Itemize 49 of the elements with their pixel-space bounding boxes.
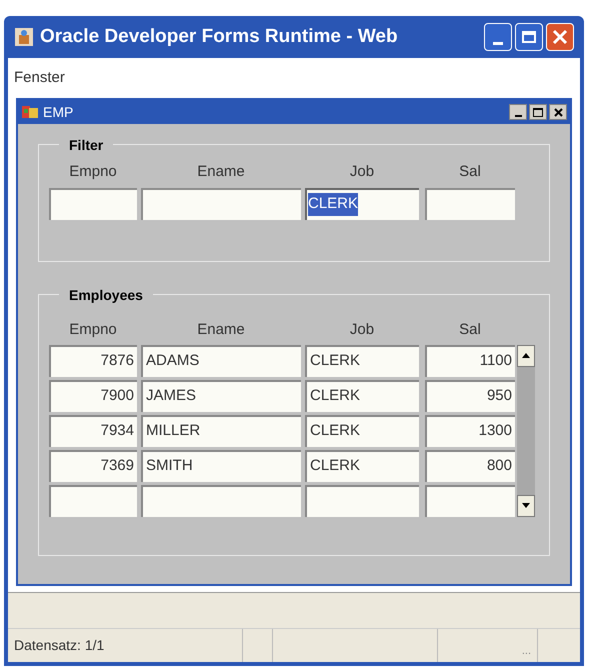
form-title: EMP: [43, 102, 74, 122]
table-cell[interactable]: 7900: [49, 380, 137, 412]
table-cell[interactable]: ADAMS: [141, 344, 301, 376]
record-status: Datensatz: 1/1: [8, 629, 243, 662]
status-indicator: ...: [438, 629, 538, 662]
column-header: Job: [348, 320, 376, 340]
scrollbar[interactable]: [517, 344, 535, 516]
table-cell[interactable]: CLERK: [305, 450, 419, 482]
table-cell[interactable]: JAMES: [141, 380, 301, 412]
up-arrow-icon: [522, 353, 530, 358]
filter-field[interactable]: [425, 188, 515, 220]
app-icon: [14, 27, 34, 47]
maximize-button[interactable]: [529, 104, 547, 120]
table-cell[interactable]: CLERK: [305, 414, 419, 446]
down-arrow-icon: [522, 503, 530, 508]
field-label: Job: [348, 162, 376, 182]
scroll-up-button[interactable]: [517, 344, 535, 366]
table-cell[interactable]: MILLER: [141, 414, 301, 446]
close-icon: [552, 29, 568, 45]
field-label: Empno: [68, 162, 118, 182]
table-cell[interactable]: 950: [425, 380, 515, 412]
scroll-down-button[interactable]: [517, 494, 535, 516]
table-cell[interactable]: CLERK: [305, 380, 419, 412]
close-icon: [554, 108, 562, 116]
table-cell[interactable]: SMITH: [141, 450, 301, 482]
column-header: Sal: [458, 320, 482, 340]
field-label: Sal: [458, 162, 482, 182]
minimize-button[interactable]: [509, 104, 527, 120]
field-label: Ename: [196, 162, 246, 182]
table-cell[interactable]: [305, 484, 419, 516]
table-cell[interactable]: 7876: [49, 344, 137, 376]
table-cell[interactable]: 7934: [49, 414, 137, 446]
table-cell[interactable]: [425, 484, 515, 516]
column-header: Empno: [68, 320, 118, 340]
filter-field[interactable]: CLERK: [305, 188, 419, 220]
form-icon: [21, 104, 39, 120]
menu-item[interactable]: Fenster: [14, 66, 65, 90]
table-cell[interactable]: [49, 484, 137, 516]
table-cell[interactable]: 1300: [425, 414, 515, 446]
filter-field[interactable]: [49, 188, 137, 220]
table-cell[interactable]: 7369: [49, 450, 137, 482]
table-cell[interactable]: [141, 484, 301, 516]
close-button[interactable]: [549, 104, 567, 120]
table-cell[interactable]: 800: [425, 450, 515, 482]
table-cell[interactable]: 1100: [425, 344, 515, 376]
table-cell[interactable]: CLERK: [305, 344, 419, 376]
filter-field[interactable]: [141, 188, 301, 220]
column-header: Ename: [196, 320, 246, 340]
window-title: Oracle Developer Forms Runtime - Web: [40, 24, 398, 49]
